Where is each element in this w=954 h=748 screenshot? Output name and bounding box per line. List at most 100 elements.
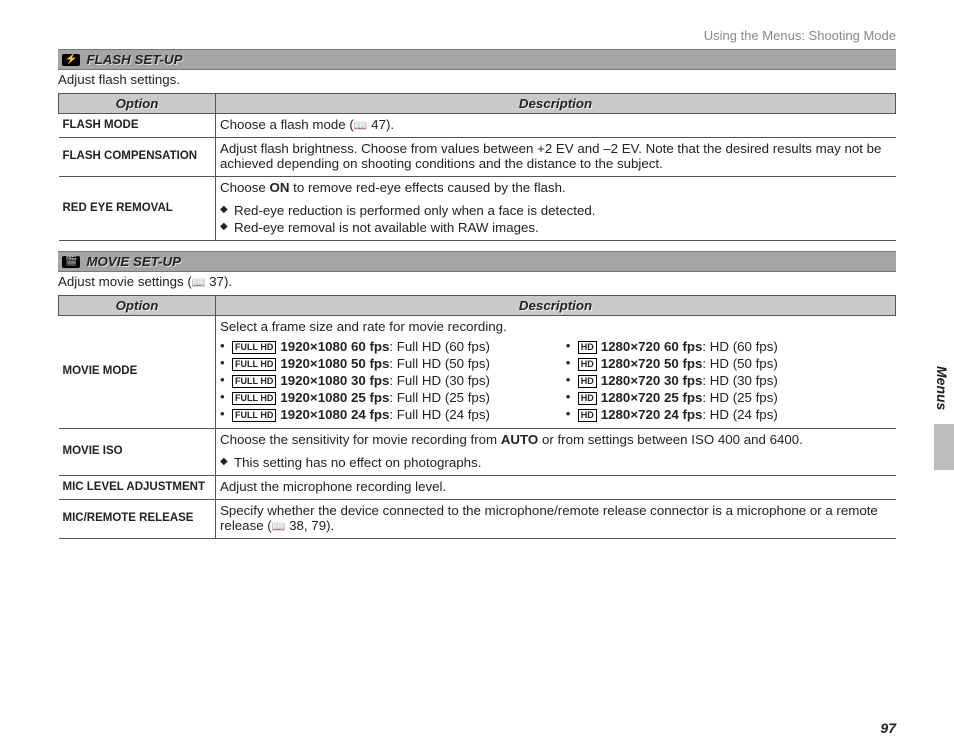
mode-item: FULL HD 1920×1080 24 fps: Full HD (24 fps… bbox=[220, 406, 546, 423]
page-ref: 47). bbox=[367, 117, 394, 132]
option-name: FLASH MODE bbox=[59, 114, 216, 138]
hd-badge: HD bbox=[578, 392, 597, 405]
option-name: MOVIE ISO bbox=[59, 429, 216, 476]
text: Select a frame size and rate for movie r… bbox=[220, 319, 507, 334]
page-ref: 38, 79). bbox=[285, 518, 334, 533]
flash-icon: ⚡ bbox=[62, 54, 80, 66]
option-name: MIC/REMOTE RELEASE bbox=[59, 500, 216, 539]
hd-badge: HD bbox=[578, 375, 597, 388]
mode-resolution: 1920×1080 50 fps bbox=[280, 356, 389, 371]
document-page: Using the Menus: Shooting Mode ⚡ FLASH S… bbox=[0, 0, 954, 539]
mode-desc: : Full HD (50 fps) bbox=[389, 356, 490, 371]
table-row: MOVIE MODE Select a frame size and rate … bbox=[59, 316, 896, 429]
mode-item: HD 1280×720 24 fps: HD (24 fps) bbox=[566, 406, 892, 423]
option-name: MIC LEVEL ADJUSTMENT bbox=[59, 476, 216, 500]
mode-desc: : HD (60 fps) bbox=[702, 339, 777, 354]
section-title: MOVIE SET-UP bbox=[86, 254, 181, 269]
options-table-movie: Option Description MOVIE MODE Select a f… bbox=[58, 295, 896, 539]
option-name: RED EYE REMOVAL bbox=[59, 177, 216, 241]
mode-item: HD 1280×720 60 fps: HD (60 fps) bbox=[566, 338, 892, 355]
section-description: Adjust flash settings. bbox=[58, 72, 896, 87]
mode-desc: : Full HD (25 fps) bbox=[389, 390, 490, 405]
mode-item: FULL HD 1920×1080 25 fps: Full HD (25 fps… bbox=[220, 389, 546, 406]
col-header-option: Option bbox=[59, 94, 216, 114]
mode-list-left: FULL HD 1920×1080 60 fps: Full HD (60 fps… bbox=[220, 338, 546, 423]
text: Choose bbox=[220, 180, 270, 195]
hd-badge: HD bbox=[578, 358, 597, 371]
hd-badge: FULL HD bbox=[232, 358, 276, 371]
mode-desc: : Full HD (30 fps) bbox=[389, 373, 490, 388]
page-number: 97 bbox=[880, 720, 896, 736]
option-description: Adjust the microphone recording level. bbox=[216, 476, 896, 500]
mode-desc: : HD (25 fps) bbox=[702, 390, 777, 405]
mode-desc: : HD (30 fps) bbox=[702, 373, 777, 388]
page-ref: 37). bbox=[205, 274, 232, 289]
movie-icon: 🎬 bbox=[62, 256, 80, 268]
option-description: Choose a flash mode ( 47). bbox=[216, 114, 896, 138]
mode-item: HD 1280×720 25 fps: HD (25 fps) bbox=[566, 389, 892, 406]
table-row: MIC LEVEL ADJUSTMENT Adjust the micropho… bbox=[59, 476, 896, 500]
side-tab-menus: Menus bbox=[930, 356, 954, 420]
section-description: Adjust movie settings ( 37). bbox=[58, 274, 896, 289]
mode-resolution: 1920×1080 24 fps bbox=[280, 407, 389, 422]
hd-badge: HD bbox=[578, 409, 597, 422]
option-description: Choose the sensitivity for movie recordi… bbox=[216, 429, 896, 476]
mode-desc: : HD (24 fps) bbox=[702, 407, 777, 422]
option-description: Choose ON to remove red-eye effects caus… bbox=[216, 177, 896, 241]
col-header-description: Description bbox=[216, 94, 896, 114]
option-description: Select a frame size and rate for movie r… bbox=[216, 316, 896, 429]
mode-resolution: 1920×1080 60 fps bbox=[280, 339, 389, 354]
hd-badge: HD bbox=[578, 341, 597, 354]
note: Red-eye reduction is performed only when… bbox=[220, 203, 892, 218]
mode-desc: : Full HD (60 fps) bbox=[389, 339, 490, 354]
hd-badge: FULL HD bbox=[232, 392, 276, 405]
mode-resolution: 1920×1080 30 fps bbox=[280, 373, 389, 388]
page-ref-icon bbox=[354, 117, 368, 132]
page-ref-icon bbox=[272, 518, 286, 533]
mode-list-right: HD 1280×720 60 fps: HD (60 fps) HD 1280×720… bbox=[566, 338, 892, 423]
mode-resolution: 1280×720 50 fps bbox=[601, 356, 703, 371]
mode-item: FULL HD 1920×1080 60 fps: Full HD (60 fps… bbox=[220, 338, 546, 355]
option-name: FLASH COMPENSATION bbox=[59, 138, 216, 177]
page-ref-icon bbox=[192, 274, 206, 289]
option-description: Adjust flash brightness. Choose from val… bbox=[216, 138, 896, 177]
mode-item: HD 1280×720 50 fps: HD (50 fps) bbox=[566, 355, 892, 372]
bold-text: ON bbox=[270, 180, 290, 195]
table-row: FLASH MODE Choose a flash mode ( 47). bbox=[59, 114, 896, 138]
table-row: MIC/REMOTE RELEASE Specify whether the d… bbox=[59, 500, 896, 539]
mode-resolution: 1280×720 25 fps bbox=[601, 390, 703, 405]
note: Red-eye removal is not available with RA… bbox=[220, 220, 892, 235]
note: This setting has no effect on photograph… bbox=[220, 455, 892, 470]
text: Choose the sensitivity for movie recordi… bbox=[220, 432, 501, 447]
breadcrumb: Using the Menus: Shooting Mode bbox=[58, 28, 896, 43]
mode-resolution: 1920×1080 25 fps bbox=[280, 390, 389, 405]
hd-badge: FULL HD bbox=[232, 375, 276, 388]
text: or from settings between ISO 400 and 640… bbox=[538, 432, 803, 447]
mode-desc: : Full HD (24 fps) bbox=[389, 407, 490, 422]
table-row: RED EYE REMOVAL Choose ON to remove red-… bbox=[59, 177, 896, 241]
section-header-movie: 🎬 MOVIE SET-UP bbox=[58, 251, 896, 272]
section-title: FLASH SET-UP bbox=[86, 52, 182, 67]
hd-badge: FULL HD bbox=[232, 409, 276, 422]
table-row: MOVIE ISO Choose the sensitivity for mov… bbox=[59, 429, 896, 476]
col-header-description: Description bbox=[216, 296, 896, 316]
col-header-option: Option bbox=[59, 296, 216, 316]
mode-desc: : HD (50 fps) bbox=[702, 356, 777, 371]
side-index-marker bbox=[934, 424, 954, 470]
mode-resolution: 1280×720 60 fps bbox=[601, 339, 703, 354]
bold-text: AUTO bbox=[501, 432, 538, 447]
mode-resolution: 1280×720 24 fps bbox=[601, 407, 703, 422]
text: Choose a flash mode ( bbox=[220, 117, 354, 132]
section-header-flash: ⚡ FLASH SET-UP bbox=[58, 49, 896, 70]
mode-item: HD 1280×720 30 fps: HD (30 fps) bbox=[566, 372, 892, 389]
mode-item: FULL HD 1920×1080 30 fps: Full HD (30 fps… bbox=[220, 372, 546, 389]
mode-resolution: 1280×720 30 fps bbox=[601, 373, 703, 388]
option-name: MOVIE MODE bbox=[59, 316, 216, 429]
text: to remove red-eye effects caused by the … bbox=[289, 180, 565, 195]
hd-badge: FULL HD bbox=[232, 341, 276, 354]
text: Adjust movie settings ( bbox=[58, 274, 192, 289]
table-row: FLASH COMPENSATION Adjust flash brightne… bbox=[59, 138, 896, 177]
option-description: Specify whether the device connected to … bbox=[216, 500, 896, 539]
options-table-flash: Option Description FLASH MODE Choose a f… bbox=[58, 93, 896, 241]
mode-item: FULL HD 1920×1080 50 fps: Full HD (50 fps… bbox=[220, 355, 546, 372]
